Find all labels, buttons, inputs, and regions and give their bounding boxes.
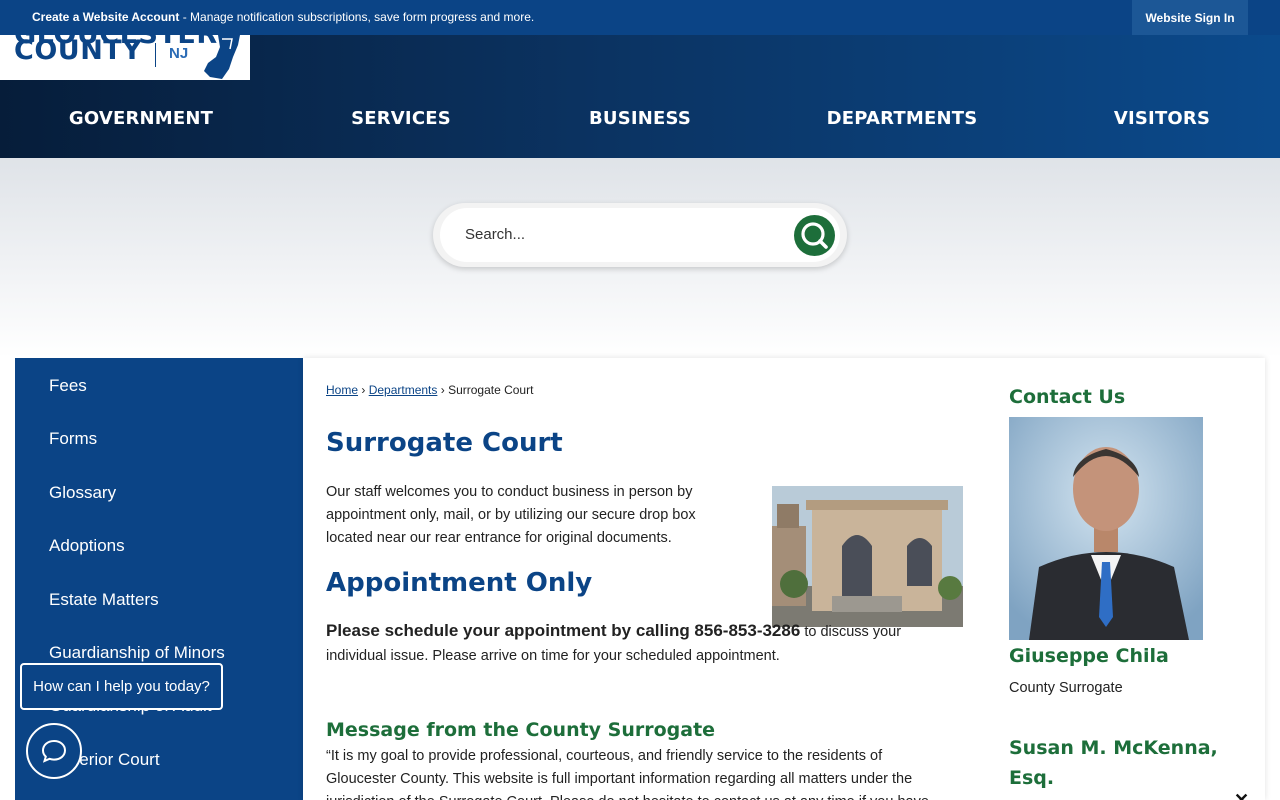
breadcrumb: Home › Departments › Surrogate Court (326, 383, 534, 397)
nav-business[interactable]: BUSINESS (589, 108, 691, 129)
page-title: Surrogate Court (326, 428, 563, 458)
nav-departments[interactable]: DEPARTMENTS (827, 108, 978, 129)
logo-state-text: NJ (169, 45, 189, 62)
nj-state-icon (204, 35, 240, 79)
sidebar-item-fees[interactable]: Fees (49, 376, 87, 396)
sidebar-item-guardianship-minors[interactable]: Guardianship of Minors (49, 643, 225, 663)
close-icon[interactable]: ✕ (1234, 790, 1249, 800)
contact-person-role: County Surrogate (1009, 680, 1123, 696)
message-paragraph: “It is my goal to provide professional, … (326, 748, 929, 800)
sidebar-item-forms[interactable]: Forms (49, 429, 97, 449)
sidebar-item-adoptions[interactable]: Adoptions (49, 536, 125, 556)
appointment-heading: Appointment Only (326, 568, 593, 598)
search-icon (801, 222, 828, 249)
search-placeholder: Search... (465, 226, 526, 243)
surrogate-portrait (1009, 417, 1203, 640)
appointment-text: Please schedule your appointment by call… (326, 619, 946, 668)
message-heading: Message from the County Surrogate (326, 719, 716, 741)
chat-prompt-bubble[interactable]: How can I help you today? (20, 663, 223, 710)
chat-button[interactable] (26, 723, 82, 779)
website-sign-in-button[interactable]: Website Sign In (1132, 0, 1248, 35)
logo-county-text: COUNTY (14, 35, 143, 66)
search-input[interactable]: Search... (440, 208, 840, 262)
contact-us-heading: Contact Us (1009, 386, 1126, 408)
breadcrumb-departments-link[interactable]: Departments (369, 383, 438, 397)
breadcrumb-home-link[interactable]: Home (326, 383, 358, 397)
county-logo[interactable]: GLOUCESTER COUNTY NJ (0, 35, 250, 80)
contact-person-name-2: Susan M. McKenna, Esq. (1009, 737, 1218, 789)
nav-government[interactable]: GOVERNMENT (69, 108, 213, 129)
logo-divider (155, 43, 156, 67)
appointment-phone-text: Please schedule your appointment by call… (326, 621, 801, 640)
sidebar-item-glossary[interactable]: Glossary (49, 483, 116, 503)
breadcrumb-current: Surrogate Court (448, 383, 534, 397)
main-navigation: GOVERNMENT SERVICES BUSINESS DEPARTMENTS… (0, 82, 1280, 158)
nav-visitors[interactable]: VISITORS (1114, 108, 1210, 129)
sidebar-item-estate-matters[interactable]: Estate Matters (49, 590, 159, 610)
search-box: Search... (433, 203, 847, 267)
courthouse-photo (772, 486, 963, 627)
chat-icon (41, 739, 67, 763)
nav-services[interactable]: SERVICES (351, 108, 451, 129)
create-account-link[interactable]: Create a Website Account (32, 10, 179, 24)
account-description: - Manage notification subscriptions, sav… (179, 10, 535, 24)
top-utility-bar: Create a Website Account - Manage notifi… (0, 0, 1280, 35)
intro-paragraph: Our staff welcomes you to conduct busine… (326, 484, 696, 546)
search-button[interactable] (794, 215, 835, 256)
account-message[interactable]: Create a Website Account - Manage notifi… (32, 10, 534, 24)
contact-person-name: Giuseppe Chila (1009, 645, 1169, 667)
